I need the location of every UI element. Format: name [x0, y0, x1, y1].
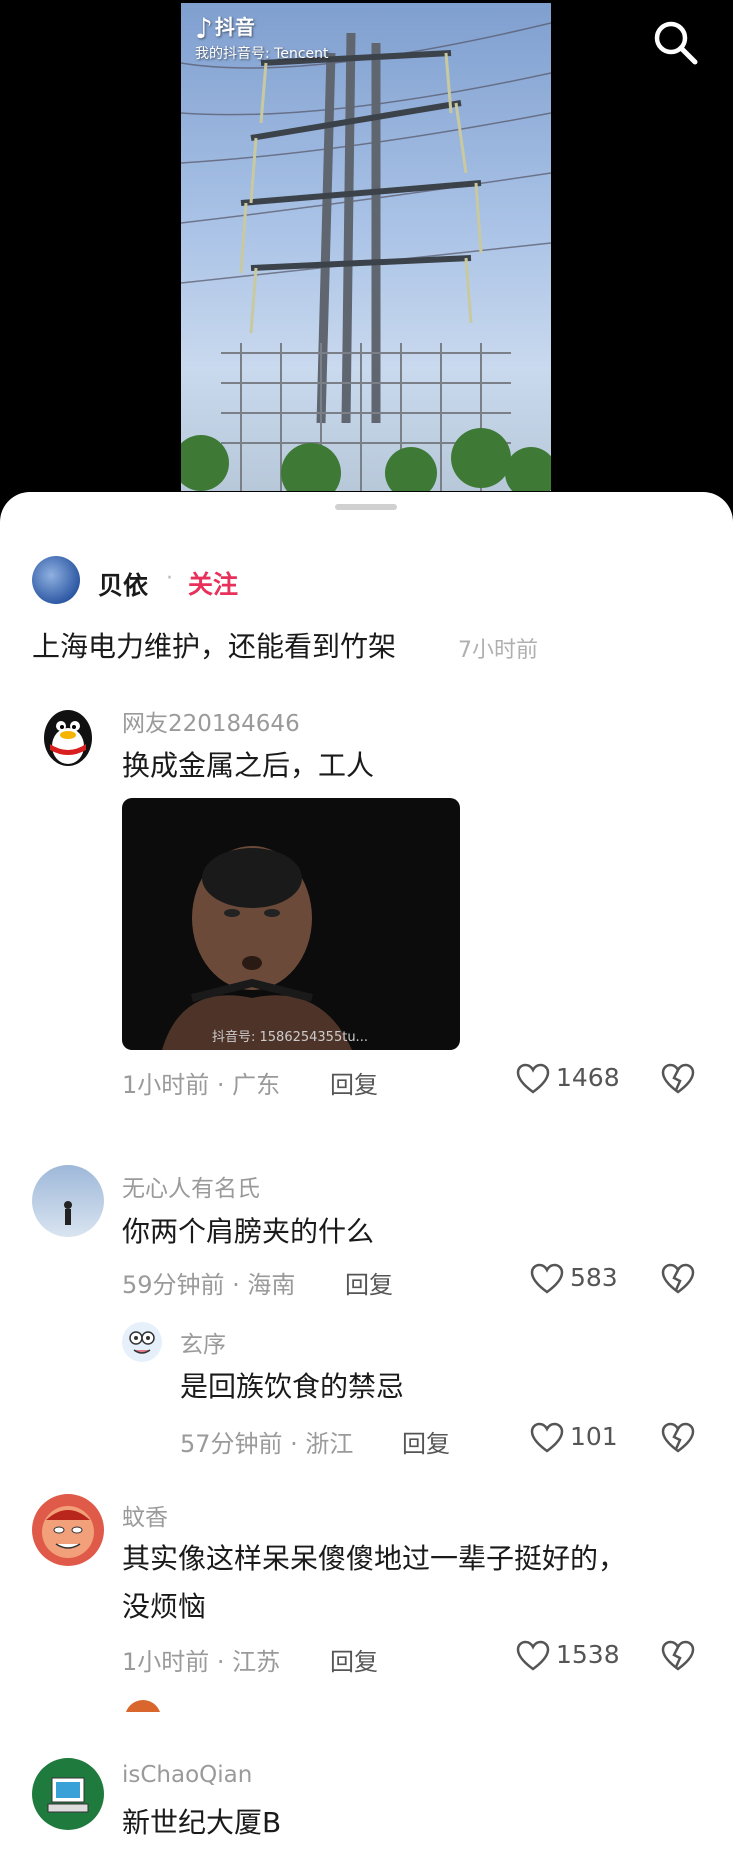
broken-heart-icon — [661, 1422, 695, 1453]
avatar[interactable] — [32, 1494, 104, 1566]
like-count: 1538 — [556, 1640, 620, 1669]
broken-heart-icon — [661, 1640, 695, 1671]
comment-text-line-1: 其实像这样呆呆傻傻地过一辈子挺好的， — [122, 1542, 627, 1575]
video-frame[interactable]: ♪ 抖音 我的抖音号: Tencent — [181, 3, 551, 491]
penguin-avatar-icon — [44, 710, 92, 766]
search-button[interactable] — [651, 18, 701, 68]
like-count: 101 — [570, 1422, 618, 1451]
douyin-watermark: ♪ 抖音 我的抖音号: Tencent — [195, 11, 329, 63]
comment-meta: 1小时前 · 广东 — [122, 1071, 281, 1099]
reply-button[interactable]: 回复 — [345, 1265, 393, 1300]
reply-meta: 57分钟前 · 浙江 — [180, 1430, 354, 1458]
reply-button[interactable]: 回复 — [402, 1424, 450, 1459]
heart-icon — [530, 1263, 564, 1294]
post-caption: 上海电力维护，还能看到竹架 — [32, 630, 397, 663]
watermark-brand: 抖音 — [214, 15, 255, 39]
comment-username[interactable]: 蚊香 — [122, 1498, 168, 1532]
post-time: 7小时前 — [458, 638, 538, 663]
broken-heart-icon — [661, 1063, 695, 1094]
comment-text: 新世纪大厦B — [122, 1806, 282, 1839]
heart-icon — [516, 1063, 550, 1094]
broken-heart-icon — [661, 1263, 695, 1294]
search-icon — [654, 21, 698, 65]
comment-text-line-2: 没烦恼 — [122, 1590, 207, 1623]
comment-meta: 59分钟前 · 海南 — [122, 1271, 296, 1299]
like-count: 583 — [570, 1263, 618, 1292]
douyin-logo-icon: ♪ — [195, 12, 213, 45]
dislike-button[interactable] — [661, 1263, 695, 1295]
power-tower-illustration — [181, 22, 551, 491]
image-watermark: 抖音号: 1586254355tu... — [212, 1030, 368, 1045]
dislike-button[interactable] — [661, 1063, 695, 1095]
watermark-account: 我的抖音号: Tencent — [195, 46, 329, 62]
reply-text: 是回族饮食的禁忌 — [180, 1370, 405, 1403]
comment-image-content — [162, 846, 352, 1050]
comment-username[interactable]: 无心人有名氏 — [122, 1169, 260, 1203]
avatar[interactable] — [32, 1758, 104, 1830]
heart-icon — [530, 1422, 564, 1453]
comment-text: 你两个肩膀夹的什么 — [122, 1215, 375, 1248]
video-player[interactable]: ♪ 抖音 我的抖音号: Tencent — [0, 0, 733, 520]
comment-username[interactable]: 网友220184646 — [122, 704, 300, 738]
cartoon-face-avatar-icon — [42, 1506, 94, 1558]
comment-sheet: 贝依 · 关注 上海电力维护，还能看到竹架 7小时前 网友220184646 换… — [0, 492, 733, 1856]
comment-text: 换成金属之后，工人 — [122, 749, 375, 782]
avatar[interactable] — [32, 1165, 104, 1237]
computer-avatar-icon — [47, 1777, 89, 1813]
reply-button[interactable]: 回复 — [330, 1065, 378, 1100]
separator: · — [166, 566, 173, 591]
reply-button[interactable]: 回复 — [330, 1642, 378, 1677]
drag-handle[interactable] — [335, 504, 397, 510]
cartoon-avatar-icon — [129, 1331, 155, 1354]
like-button[interactable]: 101 — [530, 1422, 620, 1454]
author-name[interactable]: 贝依 — [98, 566, 148, 602]
like-count: 1468 — [556, 1063, 620, 1092]
like-button[interactable]: 583 — [530, 1263, 620, 1295]
avatar[interactable] — [32, 700, 104, 772]
dislike-button[interactable] — [661, 1422, 695, 1454]
comment-username[interactable]: isChaoQian — [122, 1762, 252, 1788]
like-button[interactable]: 1468 — [516, 1063, 620, 1095]
comment-meta: 1小时前 · 江苏 — [122, 1648, 281, 1676]
avatar[interactable] — [122, 1322, 162, 1362]
heart-icon — [516, 1640, 550, 1671]
person-avatar-icon — [64, 1201, 72, 1225]
like-button[interactable]: 1538 — [516, 1640, 620, 1672]
collapsed-reply-avatar[interactable] — [125, 1700, 161, 1712]
follow-button[interactable]: 关注 — [188, 565, 238, 601]
comment-image[interactable]: 抖音号: 1586254355tu... — [122, 798, 460, 1050]
reply-username[interactable]: 玄序 — [180, 1325, 226, 1359]
dislike-button[interactable] — [661, 1640, 695, 1672]
author-avatar[interactable] — [32, 556, 80, 604]
